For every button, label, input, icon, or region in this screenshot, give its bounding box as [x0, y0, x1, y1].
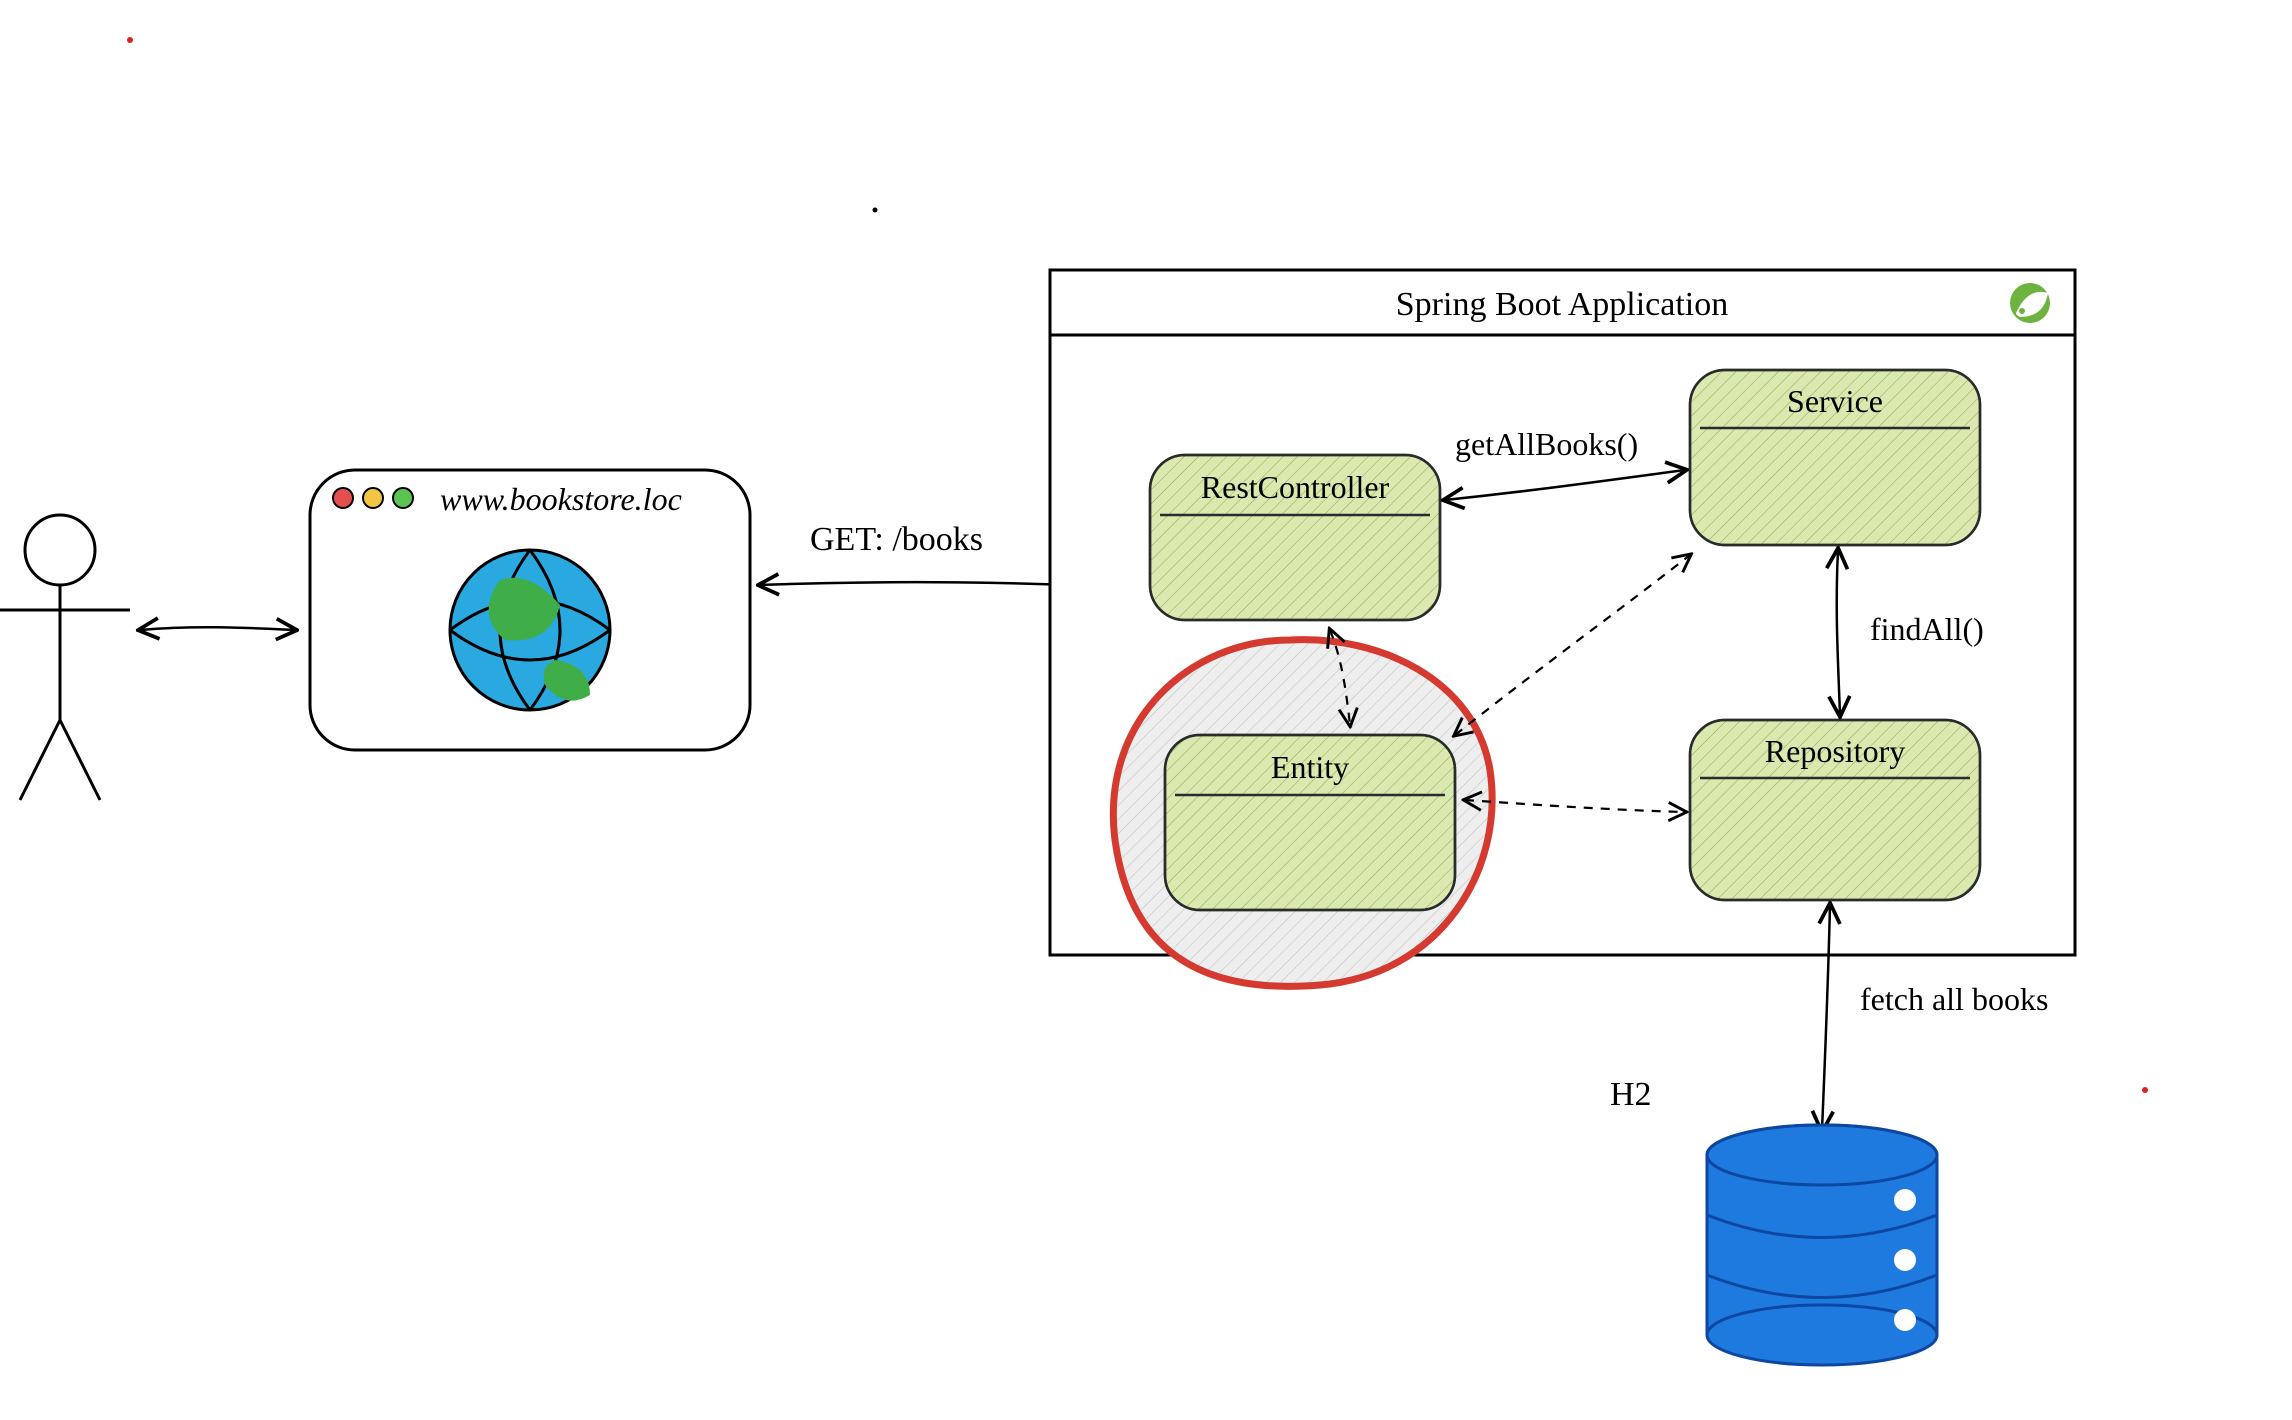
window-min-dot: [363, 488, 383, 508]
service-label: Service: [1787, 383, 1883, 419]
entity-label: Entity: [1271, 749, 1349, 785]
spring-logo-icon: [2010, 283, 2050, 323]
browser-url: www.bookstore.loc: [440, 481, 682, 517]
service-component: Service: [1690, 370, 1980, 545]
user-icon: [0, 515, 130, 800]
globe-icon: [450, 550, 610, 710]
controller-label: RestController: [1201, 469, 1390, 505]
service-call-label: getAllBooks(): [1455, 426, 1638, 462]
stray-mark: [2142, 1087, 2148, 1093]
stray-mark: [127, 37, 133, 43]
db-name: H2: [1610, 1076, 1652, 1113]
entity-component: Entity: [1165, 735, 1455, 910]
container-title: Spring Boot Application: [1396, 286, 1728, 323]
stray-mark: [873, 208, 878, 213]
db-call-label: fetch all books: [1860, 981, 2048, 1017]
browser-window: www.bookstore.loc: [310, 470, 750, 750]
window-max-dot: [393, 488, 413, 508]
http-label: GET: /books: [810, 521, 983, 558]
repository-label: Repository: [1765, 733, 1905, 769]
repository-component: Repository: [1690, 720, 1980, 900]
user-browser-arrow: [140, 627, 295, 630]
database-icon: [1707, 1125, 1937, 1365]
repo-call-label: findAll(): [1870, 611, 1984, 647]
architecture-diagram: www.bookstore.loc GET: /books Spring Boo…: [0, 0, 2292, 1420]
rest-controller-component: RestController: [1150, 455, 1440, 620]
window-close-dot: [333, 488, 353, 508]
